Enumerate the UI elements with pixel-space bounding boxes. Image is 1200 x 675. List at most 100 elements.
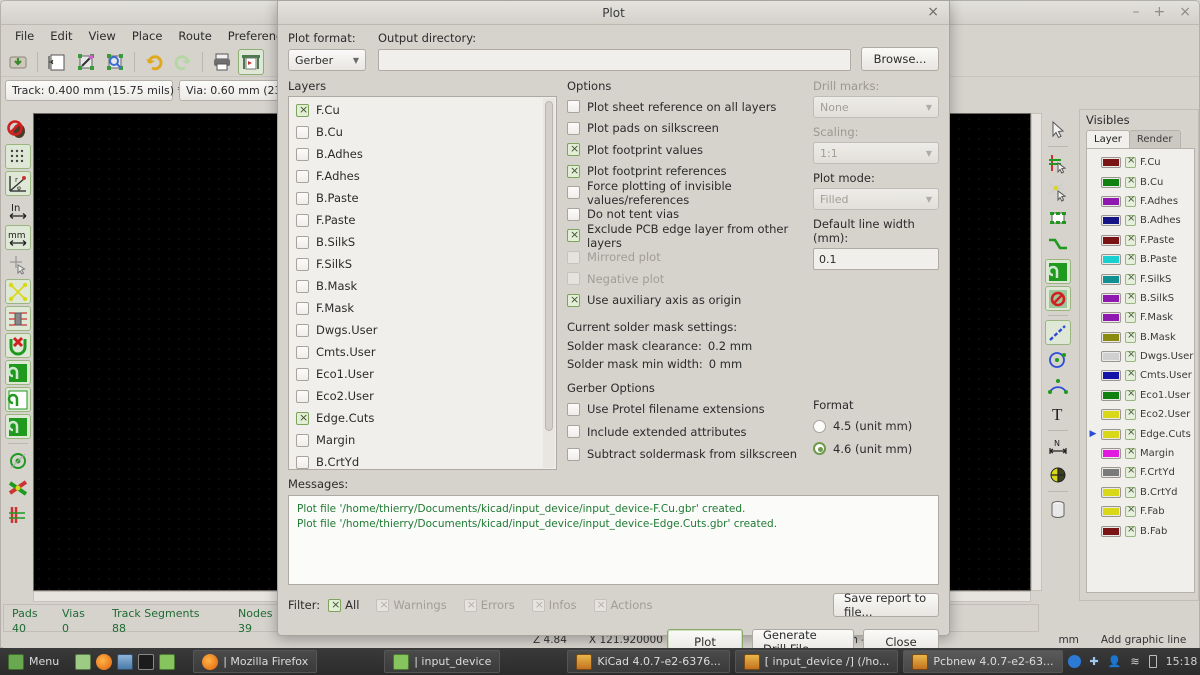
add-arc-icon[interactable] <box>1045 374 1071 399</box>
layer-checkbox-item[interactable]: Eco2.User <box>289 385 556 407</box>
plot-format-select[interactable]: Gerber ▼ <box>288 49 366 71</box>
layer-checkbox[interactable] <box>296 235 309 249</box>
layer-visibility-checkbox[interactable] <box>1125 407 1136 421</box>
layer-color-swatch[interactable] <box>1101 370 1121 382</box>
option-row[interactable]: Exclude PCB edge layer from other layers <box>567 222 805 250</box>
clock[interactable]: 15:18 <box>1166 655 1198 668</box>
show-ratsnest-icon[interactable] <box>5 279 31 304</box>
layer-visibility-checkbox[interactable] <box>1125 446 1136 460</box>
layer-color-swatch[interactable] <box>1101 292 1121 304</box>
layer-color-swatch[interactable] <box>1101 428 1121 440</box>
layer-checkbox-item[interactable]: Edge.Cuts <box>289 407 556 429</box>
layer-checkbox-item[interactable]: Cmts.User <box>289 341 556 363</box>
layer-visibility-checkbox[interactable] <box>1125 272 1136 285</box>
layer-checkbox-item[interactable]: Margin <box>289 429 556 451</box>
layer-checkbox-item[interactable]: Dwgs.User <box>289 319 556 341</box>
option-checkbox[interactable] <box>567 186 580 200</box>
layer-row[interactable]: F.CrtYd <box>1087 463 1194 482</box>
add-zone-icon[interactable] <box>1045 259 1071 284</box>
format-radio-row[interactable]: 4.5 (unit mm) <box>813 415 939 438</box>
option-checkbox[interactable] <box>567 227 580 243</box>
layer-checkbox[interactable] <box>296 147 309 161</box>
redo-icon[interactable] <box>170 49 196 75</box>
layer-color-swatch[interactable] <box>1101 525 1121 537</box>
show-zones-icon[interactable] <box>5 360 31 385</box>
gerber-option-checkbox[interactable] <box>567 425 580 439</box>
option-checkbox[interactable] <box>567 292 580 307</box>
drc-icon[interactable] <box>5 117 31 142</box>
layer-row[interactable]: F.Adhes <box>1087 192 1194 211</box>
battery-icon[interactable] <box>1148 655 1157 668</box>
option-checkbox[interactable] <box>567 207 580 221</box>
layer-row[interactable]: F.Fab <box>1087 502 1194 521</box>
taskbar-window-firefox[interactable]: | Mozilla Firefox <box>193 650 318 673</box>
layer-checkbox[interactable] <box>296 191 309 205</box>
layer-row[interactable]: Cmts.User <box>1087 366 1194 385</box>
gerber-option-checkbox[interactable] <box>567 402 580 416</box>
gerber-option-checkbox[interactable] <box>567 447 580 461</box>
scaling-select[interactable]: 1:1 ▼ <box>813 142 939 164</box>
layer-row[interactable]: B.Fab <box>1087 521 1194 540</box>
menu-item-place[interactable]: Place <box>124 27 171 45</box>
layer-visibility-checkbox[interactable] <box>1125 427 1136 440</box>
layer-checkbox-item[interactable]: B.CrtYd <box>289 451 556 469</box>
layer-visibility-checkbox[interactable] <box>1125 504 1136 518</box>
show-desktop-icon[interactable] <box>75 653 92 670</box>
layer-visibility-checkbox[interactable] <box>1125 291 1136 304</box>
layer-checkbox[interactable] <box>296 257 309 271</box>
layer-checkbox-item[interactable]: F.SilkS <box>289 253 556 275</box>
units-mm-icon[interactable]: mm <box>5 225 31 250</box>
page-settings-icon[interactable] <box>44 49 70 75</box>
layer-color-swatch[interactable] <box>1101 351 1121 363</box>
layer-row[interactable]: Eco1.User <box>1087 386 1194 405</box>
bluetooth-icon[interactable]: ✚ <box>1090 655 1099 668</box>
layer-color-swatch[interactable] <box>1101 467 1121 479</box>
layer-row[interactable]: Eco2.User <box>1087 405 1194 424</box>
layer-visibility-list[interactable]: F.Cu B.Cu F.Adhes B.Adhes F.Paste B.Paste F.Si… <box>1086 148 1195 593</box>
taskbar-window-pcbnew[interactable]: Pcbnew 4.0.7-e2-63... <box>903 650 1063 673</box>
add-track-icon[interactable] <box>1045 232 1071 257</box>
add-dimension-icon[interactable]: N <box>1045 435 1071 460</box>
layer-color-swatch[interactable] <box>1101 273 1121 285</box>
image-viewer-icon[interactable] <box>117 653 134 670</box>
add-graphic-line-icon[interactable] <box>1045 320 1071 345</box>
layer-checkbox[interactable] <box>296 433 309 447</box>
layer-visibility-checkbox[interactable] <box>1125 155 1136 169</box>
layer-checkbox[interactable] <box>296 213 309 227</box>
layer-color-swatch[interactable] <box>1101 331 1121 343</box>
option-row[interactable]: Force plotting of invisible values/refer… <box>567 179 805 207</box>
filter-item[interactable]: All <box>328 597 359 612</box>
layer-visibility-checkbox[interactable] <box>1125 310 1136 324</box>
layer-checkbox-item[interactable]: B.Paste <box>289 187 556 209</box>
add-mire-icon[interactable] <box>1045 462 1071 487</box>
open-viewer-icon[interactable] <box>102 49 128 75</box>
gerber-option-row[interactable]: Use Protel filename extensions <box>567 398 805 421</box>
firefox-icon[interactable] <box>96 653 113 670</box>
save-board-icon[interactable] <box>5 49 31 75</box>
browse-button[interactable]: Browse... <box>861 47 939 71</box>
layer-checkbox-item[interactable]: F.Mask <box>289 297 556 319</box>
layer-row[interactable]: B.CrtYd <box>1087 483 1194 502</box>
open-module-editor-icon[interactable] <box>73 49 99 75</box>
gerber-option-row[interactable]: Subtract soldermask from silkscreen <box>567 443 805 466</box>
menu-item-route[interactable]: Route <box>170 27 219 45</box>
layer-visibility-checkbox[interactable] <box>1125 252 1136 266</box>
polar-coords-icon[interactable]: rφ <box>5 171 31 196</box>
user-account-icon[interactable]: 👤 <box>1108 655 1122 668</box>
quicklaunch-group[interactable] <box>67 651 183 673</box>
select-cursor-icon[interactable] <box>1045 117 1071 142</box>
wifi-icon[interactable]: ≋ <box>1130 655 1139 668</box>
layer-color-swatch[interactable] <box>1101 176 1121 188</box>
track-display-mode-icon[interactable] <box>5 475 31 500</box>
add-text-icon[interactable]: T <box>1045 401 1071 426</box>
layer-color-swatch[interactable] <box>1101 312 1121 324</box>
layer-visibility-checkbox[interactable] <box>1125 388 1136 401</box>
layer-checkbox[interactable] <box>296 169 309 183</box>
option-checkbox[interactable] <box>567 163 580 178</box>
layer-color-swatch[interactable] <box>1101 254 1121 266</box>
local-ratsnest-icon[interactable] <box>1045 178 1071 203</box>
layer-row[interactable]: B.SilkS <box>1087 289 1194 308</box>
layer-checkbox-item[interactable]: F.Paste <box>289 209 556 231</box>
layer-row[interactable]: F.Paste <box>1087 231 1194 250</box>
undo-icon[interactable] <box>141 49 167 75</box>
